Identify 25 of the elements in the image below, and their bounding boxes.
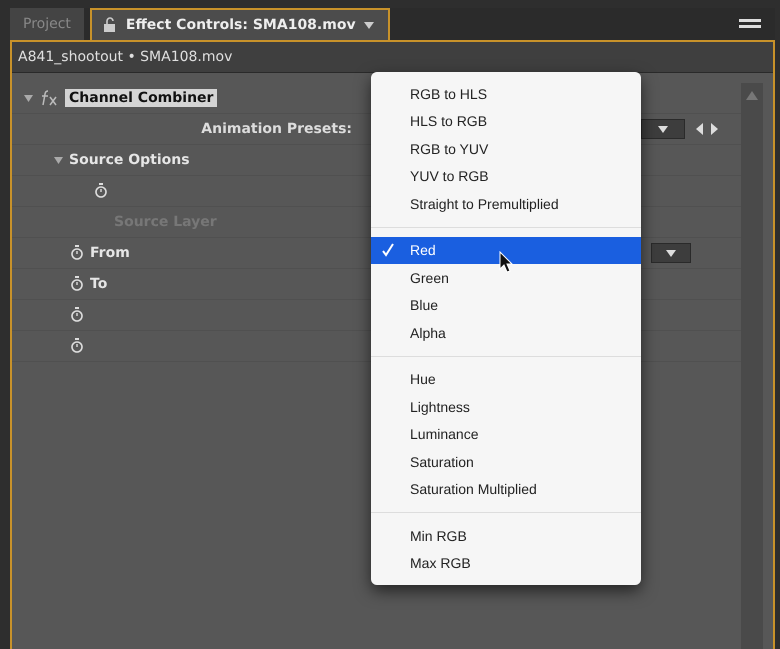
panel-tab[interactable]: Effect Controls: SMA108.mov <box>90 8 390 40</box>
menu-item[interactable]: Min RGB <box>371 522 641 550</box>
menu-item[interactable]: Hue <box>371 366 641 393</box>
menu-item[interactable]: YUV to RGB <box>371 162 641 190</box>
menu-item[interactable]: RGB to HLS <box>371 80 641 108</box>
menu-item[interactable]: Luminance <box>371 420 641 448</box>
breadcrumb-label: A841_shootout • SMA108.mov <box>12 42 773 73</box>
property-label: From <box>90 245 130 261</box>
menu-item[interactable]: Saturation Multiplied <box>371 476 641 503</box>
menu-item[interactable]: RGB to YUV <box>371 135 641 162</box>
menu-item[interactable]: Saturation <box>371 448 641 476</box>
effect-name[interactable]: Channel Combiner <box>65 89 218 107</box>
menu-item[interactable]: Red <box>371 236 641 264</box>
menu-item[interactable]: Straight to Premultiplied <box>371 190 641 218</box>
menu-item[interactable]: Alpha <box>371 319 641 346</box>
menu-item[interactable]: Max RGB <box>371 550 641 577</box>
menu-item[interactable]: Blue <box>371 292 641 319</box>
tab-label: Project <box>23 16 71 32</box>
menu-item[interactable]: Green <box>371 264 641 292</box>
tab-label: Effect Controls: SMA108.mov <box>126 17 356 33</box>
menu-item[interactable]: Lightness <box>371 393 641 420</box>
property-label: To <box>90 276 108 292</box>
group-label: Source Options <box>69 152 190 168</box>
presets-label: Animation Presets: <box>200 121 352 137</box>
menu-item[interactable]: HLS to RGB <box>371 108 641 135</box>
